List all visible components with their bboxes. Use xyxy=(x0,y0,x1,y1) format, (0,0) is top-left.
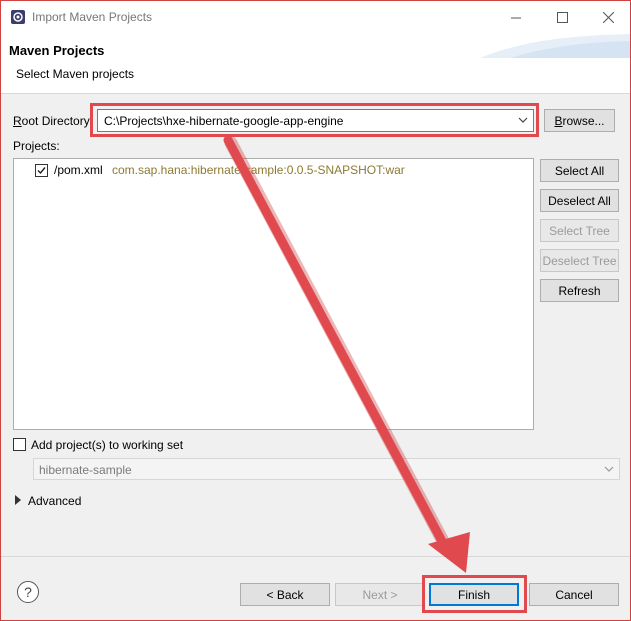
working-set-combo[interactable]: hibernate-sample xyxy=(33,458,620,480)
wizard-header: Maven Projects Select Maven projects xyxy=(1,32,630,94)
root-label-mnemonic: R xyxy=(13,114,22,128)
projects-tree[interactable]: /pom.xml com.sap.hana:hibernate-sample:0… xyxy=(13,158,534,430)
back-button[interactable]: < Back xyxy=(240,583,330,606)
title-bar: Import Maven Projects xyxy=(1,1,630,32)
checkbox-icon xyxy=(37,167,46,175)
footer-divider xyxy=(1,556,630,557)
project-name: /pom.xml xyxy=(54,163,103,177)
minimize-icon xyxy=(510,17,521,18)
next-button[interactable]: Next > xyxy=(335,583,425,606)
header-banner-graphic xyxy=(480,34,630,58)
maximize-icon xyxy=(556,11,568,23)
import-maven-dialog: Import Maven Projects Maven Projects Sel… xyxy=(0,0,631,621)
minimize-button[interactable] xyxy=(496,5,536,29)
root-directory-label: Root Directory: xyxy=(13,114,93,128)
select-tree-button[interactable]: Select Tree xyxy=(540,219,619,242)
working-set-label[interactable]: Add project(s) to working set xyxy=(31,438,183,452)
close-icon xyxy=(602,11,614,23)
select-all-button[interactable]: Select All xyxy=(540,159,619,182)
root-label-text: oot Directory: xyxy=(21,114,94,128)
finish-highlight xyxy=(422,575,527,613)
help-icon[interactable]: ? xyxy=(17,581,39,603)
browse-button[interactable]: Browse... xyxy=(544,109,615,132)
browse-label: rowse... xyxy=(562,113,605,128)
maximize-button[interactable] xyxy=(542,5,582,29)
advanced-toggle[interactable]: Advanced xyxy=(28,494,81,508)
deselect-tree-button[interactable]: Deselect Tree xyxy=(540,249,619,272)
root-directory-highlight xyxy=(90,103,539,137)
working-set-checkbox[interactable] xyxy=(13,438,26,451)
app-icon xyxy=(11,10,25,24)
cancel-button[interactable]: Cancel xyxy=(529,583,619,606)
browse-mnemonic: B xyxy=(554,113,563,128)
expand-arrow-icon[interactable] xyxy=(14,495,22,505)
refresh-button[interactable]: Refresh xyxy=(540,279,619,302)
projects-label: Projects: xyxy=(13,139,60,153)
project-row[interactable]: /pom.xml com.sap.hana:hibernate-sample:0… xyxy=(14,159,533,181)
page-subtitle: Select Maven projects xyxy=(16,67,135,81)
project-coordinates: com.sap.hana:hibernate-sample:0.0.5-SNAP… xyxy=(112,163,405,177)
chevron-down-icon[interactable] xyxy=(603,463,615,475)
deselect-all-button[interactable]: Deselect All xyxy=(540,189,619,212)
close-button[interactable] xyxy=(588,5,628,29)
working-set-value: hibernate-sample xyxy=(39,463,132,477)
page-title: Maven Projects xyxy=(9,43,105,58)
window-title: Import Maven Projects xyxy=(32,10,153,24)
project-checkbox[interactable] xyxy=(35,164,48,177)
